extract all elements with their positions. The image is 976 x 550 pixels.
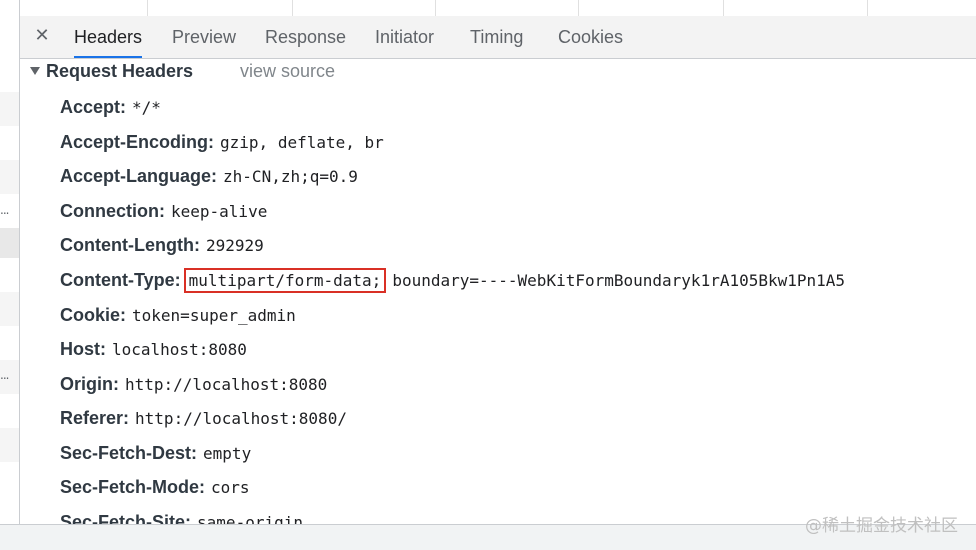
- header-row-cookie: Cookie: token=super_admin: [60, 300, 296, 330]
- header-name: Sec-Fetch-Mode:: [60, 477, 206, 497]
- header-name: Accept-Encoding:: [60, 132, 215, 152]
- header-value: boundary=----WebKitFormBoundaryk1rA105Bk…: [392, 271, 846, 290]
- request-row[interactable]: [0, 92, 19, 126]
- header-value: token=super_admin: [132, 306, 296, 325]
- header-value: 292929: [205, 236, 264, 255]
- header-name: Origin:: [60, 374, 119, 394]
- header-name: Connection:: [60, 201, 165, 221]
- header-name: Accept:: [60, 97, 127, 117]
- request-row[interactable]: [0, 394, 19, 428]
- header-value: http://localhost:8080/: [135, 409, 347, 428]
- request-row[interactable]: [0, 126, 19, 160]
- header-value: zh-CN,zh;q=0.9: [223, 167, 358, 186]
- header-value: */*: [132, 98, 161, 117]
- tab-response[interactable]: Response: [265, 16, 346, 58]
- header-row-sec-fetch-mode: Sec-Fetch-Mode: cors: [60, 472, 250, 502]
- header-row-accept-encoding: Accept-Encoding: gzip, deflate, br: [60, 127, 384, 157]
- header-value: same-origin: [197, 513, 303, 524]
- tab-headers[interactable]: Headers: [74, 16, 143, 58]
- header-row-referer: Referer: http://localhost:8080/: [60, 403, 347, 433]
- header-row-accept-language: Accept-Language: zh-CN,zh;q=0.9: [60, 161, 358, 191]
- tab-cookies[interactable]: Cookies: [558, 16, 623, 58]
- request-row[interactable]: [0, 258, 19, 292]
- header-name: Sec-Fetch-Dest:: [60, 443, 198, 463]
- header-value: gzip, deflate, br: [220, 133, 384, 152]
- header-row-connection: Connection: keep-alive: [60, 196, 267, 226]
- request-row[interactable]: [0, 462, 19, 496]
- request-list-panel: ... ...: [0, 0, 20, 549]
- watermark: @稀土掘金技术社区: [805, 516, 958, 536]
- header-name: Referer:: [60, 408, 130, 428]
- section-title: Request Headers: [46, 61, 194, 81]
- details-tab-bar: ✕ Headers Preview Response Initiator Tim…: [20, 16, 976, 59]
- header-name: Content-Length:: [60, 235, 200, 255]
- request-row[interactable]: [0, 160, 19, 194]
- header-row-accept: Accept: */*: [60, 92, 161, 122]
- header-value: keep-alive: [171, 202, 268, 221]
- header-name: Sec-Fetch-Site:: [60, 512, 192, 524]
- view-source-link[interactable]: view source: [240, 61, 335, 82]
- request-headers-toggle[interactable]: Request Headers: [30, 61, 193, 82]
- header-value: http://localhost:8080: [125, 375, 328, 394]
- request-row[interactable]: [0, 58, 19, 92]
- header-value: cors: [211, 478, 250, 497]
- header-value: empty: [203, 444, 252, 463]
- header-row-origin: Origin: http://localhost:8080: [60, 369, 327, 399]
- request-row-selected[interactable]: [0, 228, 19, 258]
- request-row[interactable]: [0, 428, 19, 462]
- header-value: localhost:8080: [112, 340, 247, 359]
- header-row-content-length: Content-Length: 292929: [60, 230, 264, 260]
- header-name: Cookie:: [60, 305, 127, 325]
- expand-triangle-icon: [30, 67, 40, 75]
- header-name: Accept-Language:: [60, 166, 218, 186]
- header-name: Host:: [60, 339, 106, 359]
- tab-timing[interactable]: Timing: [470, 16, 523, 58]
- close-icon[interactable]: ✕: [32, 25, 52, 47]
- tab-initiator[interactable]: Initiator: [375, 16, 434, 58]
- header-row-content-type: Content-Type: multipart/form-data; boundar…: [60, 265, 845, 295]
- request-row[interactable]: [0, 292, 19, 326]
- header-row-sec-fetch-dest: Sec-Fetch-Dest: empty: [60, 438, 251, 468]
- truncated-ellipsis: ...: [0, 203, 10, 217]
- column-header-strip: [20, 0, 976, 17]
- request-row[interactable]: [0, 326, 19, 360]
- header-name: Content-Type:: [60, 270, 181, 290]
- header-row-sec-fetch-site: Sec-Fetch-Site: same-origin: [60, 507, 303, 524]
- headers-panel: Request Headers view source Accept: */* A…: [20, 59, 976, 524]
- header-row-host: Host: localhost:8080: [60, 334, 247, 364]
- highlighted-value-box: multipart/form-data;: [183, 268, 387, 293]
- truncated-ellipsis: ...: [0, 368, 10, 382]
- tab-preview[interactable]: Preview: [172, 16, 236, 58]
